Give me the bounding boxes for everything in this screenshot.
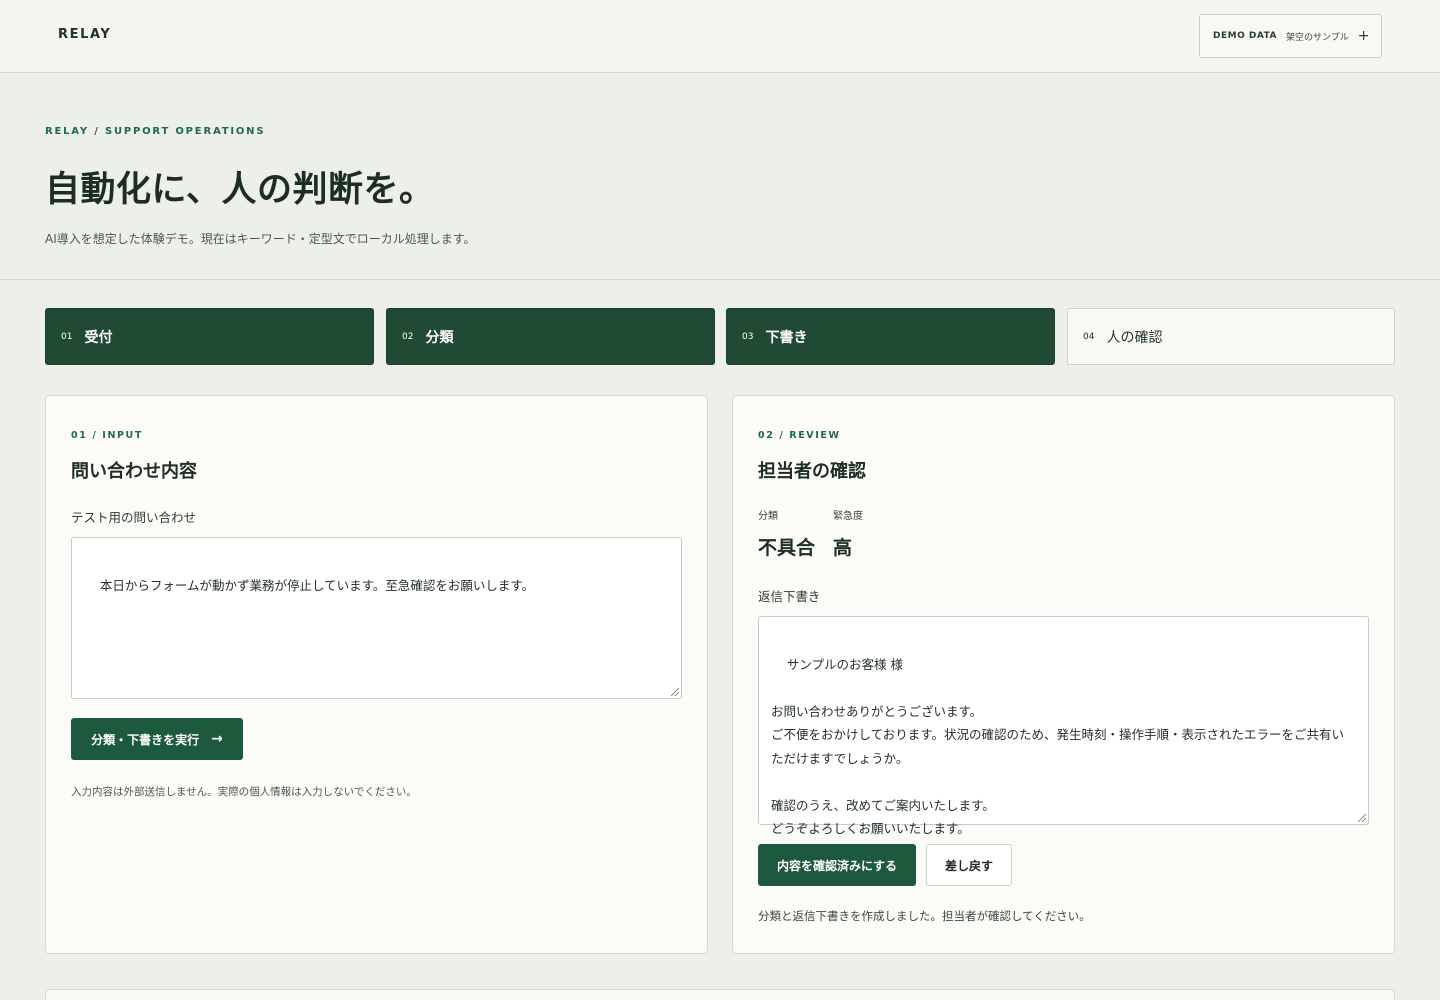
- send-back-button[interactable]: 差し戻す: [926, 844, 1012, 886]
- hero-eyebrow: RELAY / SUPPORT OPERATIONS: [45, 126, 266, 137]
- category-label: 分類: [758, 511, 778, 522]
- inquiry-text: 本日からフォームが動かず業務が停止しています。至急確認をお願いします。: [99, 577, 535, 593]
- card-eyebrow: 01 / INPUT: [71, 430, 143, 441]
- hero-section: RELAY / SUPPORT OPERATIONS 自動化に、人の判断を。 A…: [0, 73, 1440, 280]
- plus-icon: +: [1357, 28, 1370, 44]
- reply-draft-text: サンプルのお客様 様 お問い合わせありがとうございます。 ご不便をおかけしており…: [771, 656, 1345, 837]
- status-message: 分類と返信下書きを作成しました。担当者が確認してください。: [758, 909, 1091, 923]
- demo-data-label: DEMO DATA: [1213, 31, 1278, 41]
- step-label: 人の確認: [1106, 329, 1163, 346]
- inquiry-textarea[interactable]: 本日からフォームが動かず業務が停止しています。至急確認をお願いします。: [71, 537, 682, 699]
- step-classify[interactable]: 02 分類: [386, 308, 715, 365]
- step-human-review[interactable]: 04 人の確認: [1067, 308, 1395, 365]
- run-classify-button[interactable]: 分類・下書きを実行 →: [71, 718, 243, 760]
- step-number: 04: [1083, 331, 1095, 342]
- step-intake[interactable]: 01 受付: [45, 308, 374, 365]
- next-section-card: [45, 989, 1395, 1000]
- step-label: 受付: [84, 329, 113, 346]
- resize-handle-icon[interactable]: [671, 688, 679, 696]
- step-label: 分類: [425, 329, 454, 346]
- urgency-value: 高: [833, 537, 853, 559]
- top-bar: RELAY DEMO DATA 架空のサンプル +: [0, 0, 1440, 73]
- brand-logo[interactable]: RELAY: [58, 27, 111, 42]
- card-eyebrow: 02 / REVIEW: [758, 430, 841, 441]
- demo-data-button[interactable]: DEMO DATA 架空のサンプル +: [1199, 14, 1382, 58]
- card-title: 問い合わせ内容: [71, 461, 197, 482]
- privacy-note: 入力内容は外部送信しません。実際の個人情報は入力しないでください。: [71, 786, 417, 798]
- step-number: 01: [61, 331, 73, 342]
- input-card: 01 / INPUT 問い合わせ内容 テスト用の問い合わせ 本日からフォームが動…: [45, 395, 708, 954]
- category-value: 不具合: [758, 537, 816, 559]
- inquiry-field-label: テスト用の問い合わせ: [71, 510, 197, 525]
- resize-handle-icon[interactable]: [1358, 814, 1366, 822]
- draft-field-label: 返信下書き: [758, 589, 821, 604]
- hero-subtitle: AI導入を想定した体験デモ。現在はキーワード・定型文でローカル処理します。: [45, 232, 476, 246]
- mark-reviewed-button[interactable]: 内容を確認済みにする: [758, 844, 916, 886]
- card-title: 担当者の確認: [758, 461, 866, 482]
- run-button-label: 分類・下書きを実行: [91, 732, 200, 747]
- step-label: 下書き: [765, 329, 808, 346]
- urgency-label: 緊急度: [833, 511, 863, 522]
- arrow-right-icon: →: [211, 731, 223, 747]
- step-draft[interactable]: 03 下書き: [726, 308, 1055, 365]
- step-number: 02: [402, 331, 414, 342]
- step-number: 03: [742, 331, 754, 342]
- reply-draft-textarea[interactable]: サンプルのお客様 様 お問い合わせありがとうございます。 ご不便をおかけしており…: [758, 616, 1369, 836]
- demo-data-sub: 架空のサンプル: [1286, 32, 1349, 43]
- page-title: 自動化に、人の判断を。: [45, 170, 435, 210]
- review-card: 02 / REVIEW 担当者の確認 分類 緊急度 不具合 高 返信下書き サン…: [732, 395, 1395, 954]
